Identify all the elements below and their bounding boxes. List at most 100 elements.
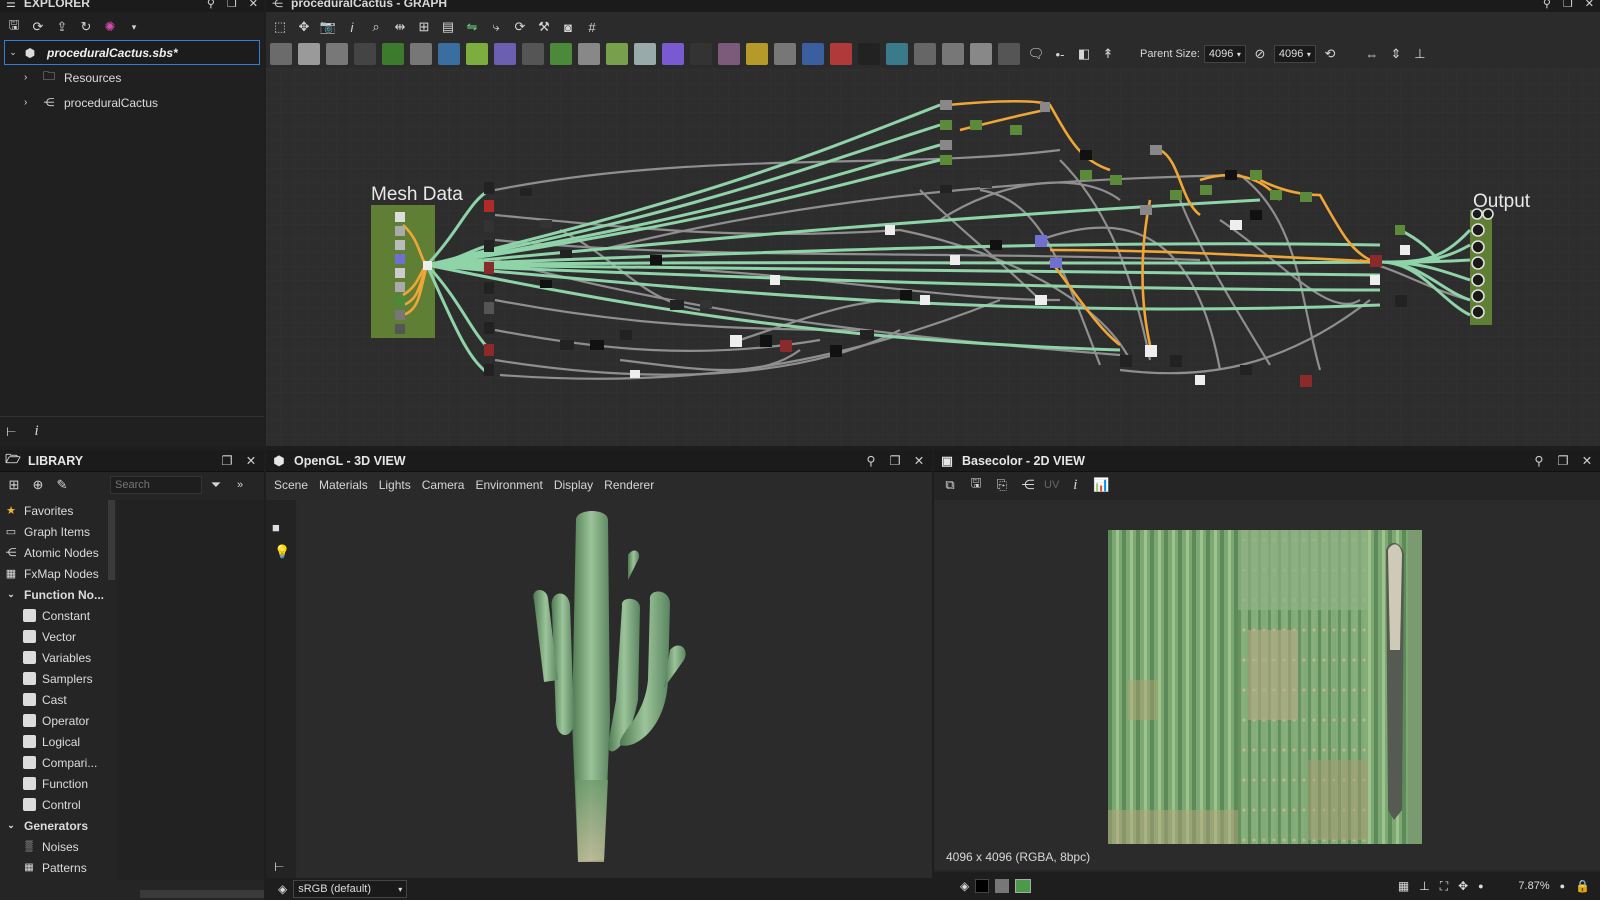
library-item-generators[interactable]: ⌄ Generators bbox=[0, 815, 108, 836]
tree-item-graph[interactable]: › ⋲ proceduralCactus bbox=[0, 90, 264, 115]
maximize-icon[interactable]: ❐ bbox=[1556, 453, 1570, 468]
connect-icon[interactable]: ⤷ bbox=[486, 17, 506, 37]
align-tool-icon[interactable]: ⊥ bbox=[1410, 44, 1430, 64]
library-scrollbar[interactable] bbox=[108, 500, 115, 580]
colorspace-select[interactable]: sRGB (default) ▾ bbox=[293, 880, 408, 898]
tri-node-icon[interactable] bbox=[746, 43, 768, 65]
distance-node-icon[interactable] bbox=[718, 43, 740, 65]
view3d-viewport[interactable] bbox=[298, 500, 932, 880]
library-item-atomic-nodes[interactable]: ⋲ Atomic Nodes bbox=[0, 542, 108, 563]
filter-icon[interactable]: ⏷ bbox=[206, 475, 226, 495]
reload-icon[interactable]: ↻ bbox=[76, 17, 96, 37]
maximize-icon[interactable]: ❐ bbox=[220, 453, 234, 468]
close-icon[interactable]: ✕ bbox=[1585, 0, 1594, 10]
bitmap-node-icon[interactable] bbox=[270, 43, 292, 65]
add-item-icon[interactable]: ⊕ bbox=[28, 475, 48, 495]
grid-icon[interactable]: ▦ bbox=[1398, 879, 1409, 893]
view2d-viewport[interactable]: 4096 x 4096 (RGBA, 8bpc) bbox=[934, 500, 1600, 870]
connect-tool-icon[interactable]: ⇔ bbox=[1362, 44, 1382, 64]
save-icon[interactable]: 🖫 bbox=[966, 475, 986, 495]
library-item-constant[interactable]: Constant bbox=[0, 605, 108, 626]
menu-scene[interactable]: Scene bbox=[274, 478, 308, 492]
layers-icon[interactable]: ◈ bbox=[960, 879, 969, 893]
pin-node-icon[interactable] bbox=[998, 43, 1020, 65]
histogram-icon[interactable]: 📊 bbox=[1091, 475, 1111, 495]
transform-node-icon[interactable] bbox=[802, 43, 824, 65]
close-icon[interactable]: ✕ bbox=[249, 0, 258, 10]
edit-icon[interactable]: ✎ bbox=[52, 475, 72, 495]
parent-height-select[interactable]: 4096 ▾ bbox=[1273, 45, 1316, 63]
channels-icon[interactable] bbox=[995, 879, 1010, 893]
menu-camera[interactable]: Camera bbox=[422, 478, 465, 492]
preview-icon[interactable] bbox=[1015, 879, 1032, 893]
layout-icon[interactable]: ⊞ bbox=[414, 17, 434, 37]
compute-icon[interactable]: ◙ bbox=[558, 17, 578, 37]
search-icon[interactable]: ⌕ bbox=[366, 17, 386, 37]
chevron-down-icon[interactable]: ⌄ bbox=[4, 588, 18, 602]
zoom-reset-icon[interactable]: ● bbox=[1560, 881, 1565, 891]
camera-icon[interactable]: ■ bbox=[272, 520, 290, 535]
pin-icon[interactable]: ⚲ bbox=[1543, 0, 1551, 10]
menu-materials[interactable]: Materials bbox=[319, 478, 368, 492]
file-row[interactable]: ⌄ ⬢ proceduralCactus.sbs* bbox=[4, 40, 260, 65]
svg-node-icon[interactable] bbox=[298, 43, 320, 65]
pan-icon[interactable]: ✥ bbox=[294, 17, 314, 37]
expand-arrow-icon[interactable]: › bbox=[24, 72, 38, 83]
library-item-operator[interactable]: Operator bbox=[0, 710, 108, 731]
pan-icon[interactable]: ✥ bbox=[1458, 879, 1468, 893]
uniform-node-icon[interactable] bbox=[522, 43, 544, 65]
library-item-comparison[interactable]: Compari... bbox=[0, 752, 108, 773]
input-node-icon[interactable] bbox=[886, 43, 908, 65]
link-icon[interactable]: ⇋ bbox=[462, 17, 482, 37]
curve-node-icon[interactable] bbox=[382, 43, 404, 65]
align-icon[interactable]: ⇹ bbox=[390, 17, 410, 37]
library-hscrollbar[interactable] bbox=[140, 890, 264, 898]
maximize-icon[interactable]: ❐ bbox=[1563, 0, 1573, 10]
light-icon[interactable]: 💡 bbox=[274, 544, 290, 560]
chevron-down-icon[interactable]: ⌄ bbox=[4, 819, 18, 833]
lock-icon[interactable]: 🔒 bbox=[1575, 879, 1590, 893]
plugin-icon[interactable]: ✺ bbox=[100, 17, 120, 37]
reset-icon[interactable]: ⟲ bbox=[1320, 44, 1340, 64]
export-icon[interactable]: ⎘ bbox=[992, 475, 1012, 495]
close-icon[interactable]: ✕ bbox=[244, 453, 258, 468]
menu-lights[interactable]: Lights bbox=[379, 478, 411, 492]
hierarchy-icon[interactable]: ⊢ bbox=[6, 425, 16, 439]
graph-canvas[interactable]: Mesh Data Output bbox=[266, 68, 1600, 446]
library-item-patterns[interactable]: ▦ Patterns bbox=[0, 857, 108, 878]
comment-icon[interactable]: 🗨 bbox=[1026, 44, 1046, 64]
pin-icon[interactable]: ⚲ bbox=[207, 0, 215, 10]
pin-icon[interactable]: ⚲ bbox=[1532, 453, 1546, 468]
library-item-control[interactable]: Control bbox=[0, 794, 108, 815]
fit-icon[interactable]: ⛶ bbox=[1440, 879, 1448, 894]
add-folder-icon[interactable]: ⊞ bbox=[4, 475, 24, 495]
text-node-icon[interactable] bbox=[774, 43, 796, 65]
copy-icon[interactable]: ⧉ bbox=[940, 475, 960, 495]
tools-icon[interactable]: ⚒ bbox=[534, 17, 554, 37]
emboss-node-icon[interactable] bbox=[578, 43, 600, 65]
uv-dropdown[interactable]: UV bbox=[1044, 479, 1059, 491]
library-item-samplers[interactable]: Samplers bbox=[0, 668, 108, 689]
frame-node-icon[interactable] bbox=[970, 43, 992, 65]
menu-environment[interactable]: Environment bbox=[475, 478, 542, 492]
expand-arrow-icon[interactable]: ⌄ bbox=[5, 47, 21, 58]
expand-arrow-icon[interactable]: › bbox=[24, 97, 38, 108]
menu-display[interactable]: Display bbox=[554, 478, 593, 492]
library-item-noises[interactable]: ▒ Noises bbox=[0, 836, 108, 857]
hue-node-icon[interactable] bbox=[662, 43, 684, 65]
library-item-logical[interactable]: Logical bbox=[0, 731, 108, 752]
output-node-icon[interactable] bbox=[914, 43, 936, 65]
library-item-variables[interactable]: Variables bbox=[0, 647, 108, 668]
maximize-icon[interactable]: ❐ bbox=[227, 0, 237, 10]
pin-icon[interactable]: ⚲ bbox=[864, 453, 878, 468]
split-icon[interactable]: ⇕ bbox=[1386, 44, 1406, 64]
cycle-icon[interactable]: ⟳ bbox=[510, 17, 530, 37]
new-package-icon[interactable]: ⟳ bbox=[28, 17, 48, 37]
warp-node-icon[interactable] bbox=[634, 43, 656, 65]
blur-node-icon[interactable] bbox=[410, 43, 432, 65]
library-item-function-nodes[interactable]: ⌄ Function No... bbox=[0, 584, 108, 605]
pixel-node-icon[interactable] bbox=[830, 43, 852, 65]
black-swatch[interactable] bbox=[975, 879, 990, 893]
pin-node-tool-icon[interactable]: ↟ bbox=[1098, 44, 1118, 64]
close-icon[interactable]: ✕ bbox=[912, 453, 926, 468]
